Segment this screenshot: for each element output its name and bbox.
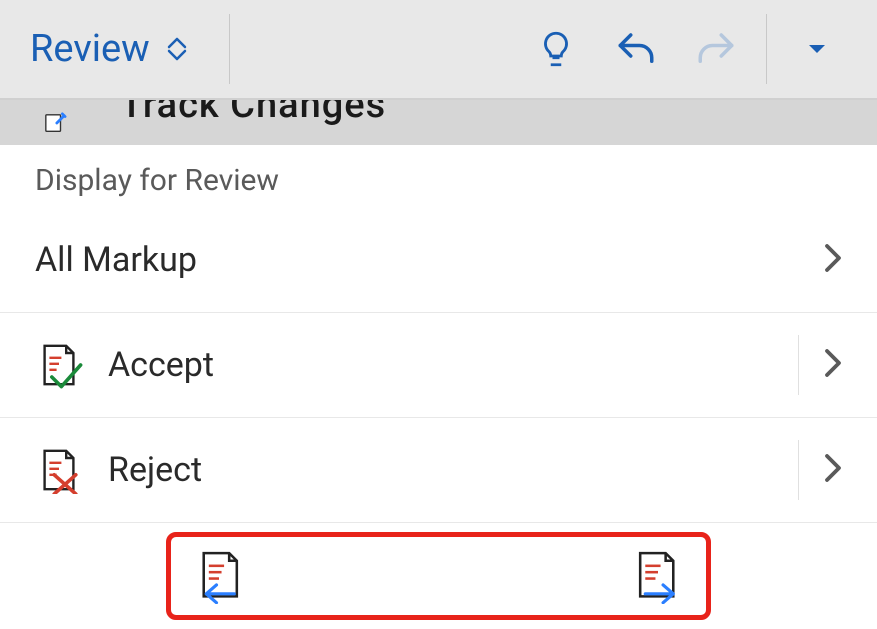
review-panel: Display for Review All Markup Accept [0, 145, 877, 623]
all-markup-label: All Markup [35, 240, 824, 280]
display-for-review-header: Display for Review [0, 145, 877, 208]
redo-icon [676, 14, 756, 84]
chevron-right-icon [824, 243, 842, 277]
dropdown-caret-icon[interactable] [777, 14, 857, 84]
track-changes-icon [40, 111, 70, 135]
accept-icon [35, 341, 83, 389]
track-changes-label: Track Changes [120, 100, 386, 127]
lightbulb-icon[interactable] [516, 14, 596, 84]
highlighted-nav-box [166, 532, 711, 620]
toolbar-divider [229, 14, 230, 84]
accept-row[interactable]: Accept [0, 313, 877, 418]
previous-change-icon[interactable] [191, 548, 247, 604]
next-change-icon[interactable] [630, 548, 686, 604]
tab-switch-arrows[interactable] [165, 35, 189, 63]
accept-label: Accept [108, 345, 798, 385]
toolbar-divider-2 [766, 14, 767, 84]
review-tab-label[interactable]: Review [30, 27, 150, 71]
undo-icon[interactable] [596, 14, 676, 84]
change-nav-row [0, 523, 877, 623]
reject-icon [35, 446, 83, 494]
chevron-right-icon[interactable] [824, 348, 842, 382]
chevron-right-icon[interactable] [824, 453, 842, 487]
reject-label: Reject [108, 450, 798, 490]
all-markup-row[interactable]: All Markup [0, 208, 877, 313]
reject-row[interactable]: Reject [0, 418, 877, 523]
track-changes-row[interactable]: Track Changes [0, 100, 877, 145]
toolbar: Review [0, 0, 877, 100]
